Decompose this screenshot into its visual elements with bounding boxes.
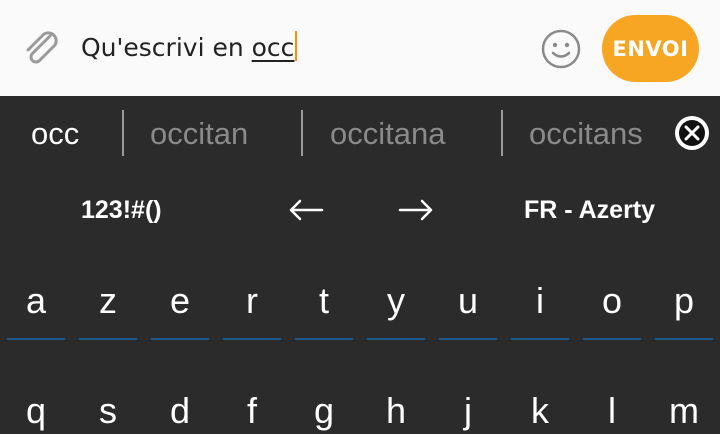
suggestion-bar: occ occitan occitana occitans (0, 96, 720, 172)
key-label: y (387, 280, 405, 321)
close-icon[interactable] (671, 112, 713, 154)
key-underline (223, 338, 281, 340)
key-label: l (608, 390, 616, 431)
key-f[interactable]: f (220, 390, 284, 432)
text-caret (295, 31, 298, 61)
key-label: a (25, 280, 47, 321)
cursor-right-icon[interactable] (396, 196, 436, 224)
key-a[interactable]: a (4, 280, 68, 340)
send-button[interactable]: ENVOI (602, 15, 699, 82)
key-y[interactable]: y (364, 280, 428, 340)
message-composer: Qu'escrivi en occ ENVOI (0, 0, 720, 96)
layout-switch-key[interactable]: FR - Azerty (524, 194, 655, 226)
message-text: Qu'escrivi en (81, 33, 252, 62)
current-word: occ (251, 33, 295, 62)
key-label: t (318, 280, 329, 321)
key-underline (79, 338, 137, 340)
key-underline (511, 338, 569, 340)
key-underline (367, 338, 425, 340)
suggestion-item[interactable]: occitans (529, 114, 643, 154)
key-label: z (99, 280, 117, 321)
key-underline (583, 338, 641, 340)
key-label: f (246, 390, 257, 431)
key-l[interactable]: l (580, 390, 644, 432)
emoji-icon[interactable] (540, 28, 582, 70)
key-underline (7, 338, 65, 340)
key-label: i (536, 280, 544, 321)
key-d[interactable]: d (148, 390, 212, 432)
key-label: e (169, 280, 191, 321)
key-label: j (464, 390, 472, 431)
key-underline (655, 338, 713, 340)
key-t[interactable]: t (292, 280, 356, 340)
suggestion-item[interactable]: occ (31, 114, 79, 154)
key-label: r (246, 280, 258, 321)
symbols-key[interactable]: 123!#() (81, 194, 162, 226)
key-u[interactable]: u (436, 280, 500, 340)
key-q[interactable]: q (4, 390, 68, 432)
key-s[interactable]: s (76, 390, 140, 432)
key-label: o (601, 280, 623, 321)
cursor-left-icon[interactable] (286, 196, 326, 224)
key-e[interactable]: e (148, 280, 212, 340)
key-label: k (531, 390, 549, 431)
key-label: u (457, 280, 479, 321)
key-underline (151, 338, 209, 340)
key-m[interactable]: m (652, 390, 716, 432)
key-z[interactable]: z (76, 280, 140, 340)
key-label: m (669, 390, 699, 431)
key-k[interactable]: k (508, 390, 572, 432)
key-r[interactable]: r (220, 280, 284, 340)
key-label: q (25, 390, 47, 431)
keyboard-toolbar: 123!#() FR - Azerty (0, 176, 720, 244)
key-label: h (385, 390, 407, 431)
key-o[interactable]: o (580, 280, 644, 340)
message-input[interactable]: Qu'escrivi en occ (81, 30, 298, 66)
keyboard: occ occitan occitana occitans 123!#() FR… (0, 96, 720, 434)
key-p[interactable]: p (652, 280, 716, 340)
key-label: p (673, 280, 695, 321)
key-underline (295, 338, 353, 340)
key-g[interactable]: g (292, 390, 356, 432)
paperclip-icon[interactable] (20, 26, 64, 70)
key-underline (439, 338, 497, 340)
suggestion-item[interactable]: occitana (330, 114, 445, 154)
suggestion-divider (501, 110, 503, 156)
key-label: d (169, 390, 191, 431)
key-j[interactable]: j (436, 390, 500, 432)
key-h[interactable]: h (364, 390, 428, 432)
key-label: s (99, 390, 117, 431)
suggestion-divider (301, 110, 303, 156)
key-label: g (313, 390, 335, 431)
suggestion-divider (122, 110, 124, 156)
key-i[interactable]: i (508, 280, 572, 340)
suggestion-item[interactable]: occitan (150, 114, 248, 154)
